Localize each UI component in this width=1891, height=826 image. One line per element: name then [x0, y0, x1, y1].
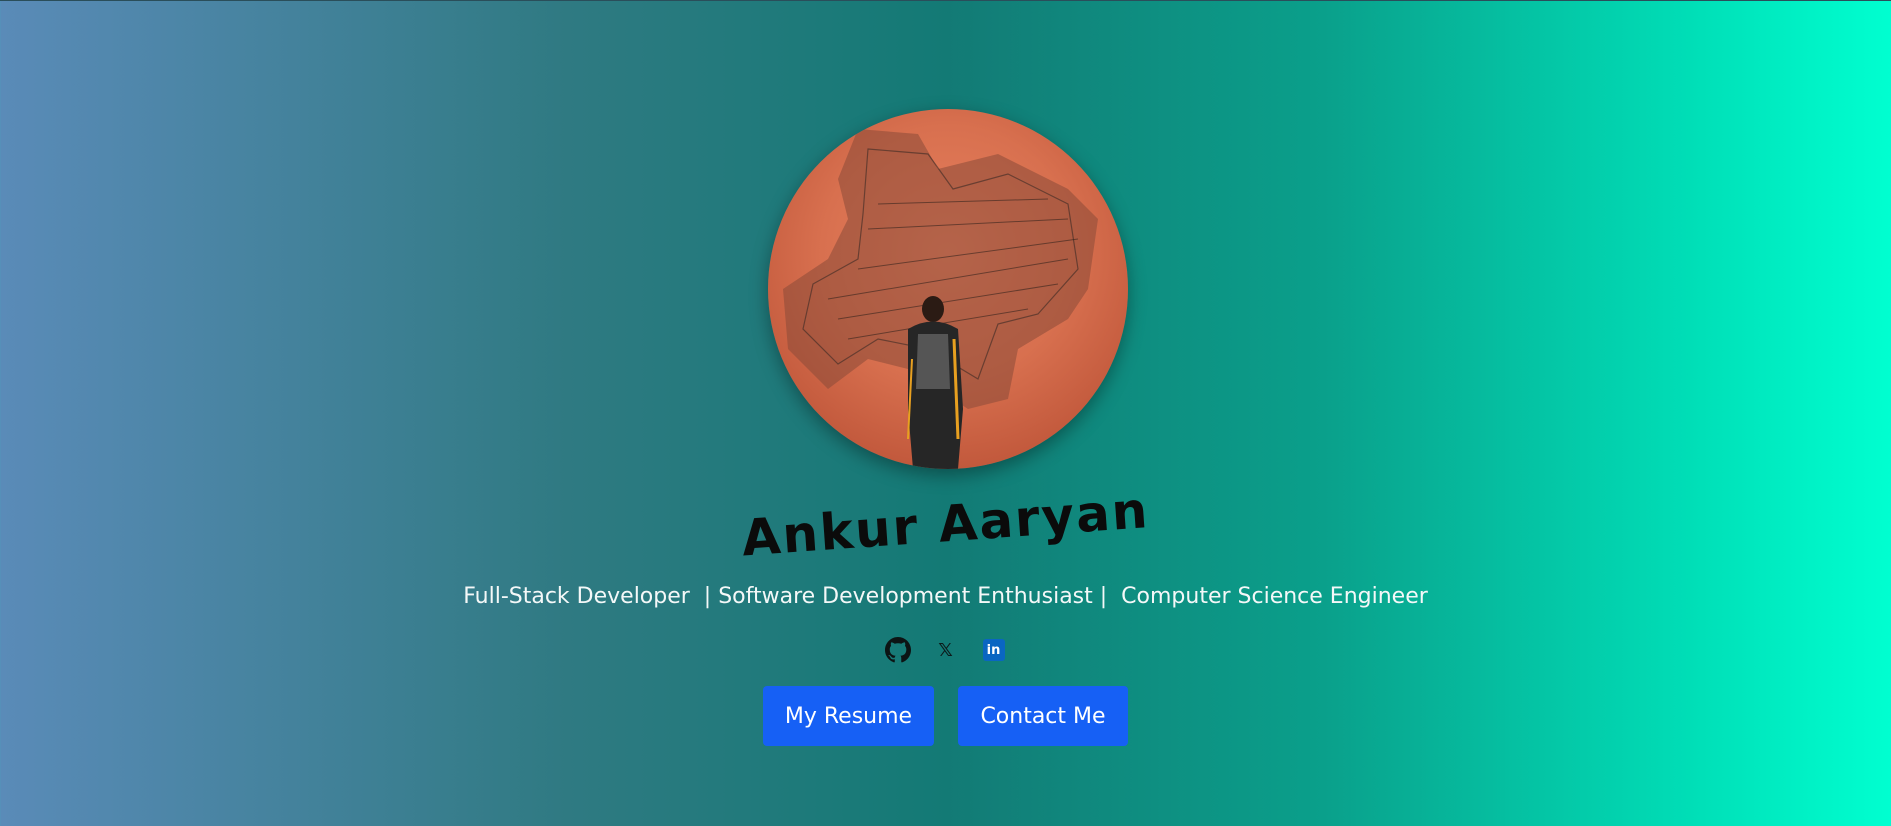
- profile-photo: [768, 109, 1128, 469]
- linkedin-icon[interactable]: in: [981, 637, 1007, 663]
- linkedin-icon-glyph: in: [982, 639, 1005, 661]
- resume-button[interactable]: My Resume: [763, 686, 934, 746]
- social-links: 𝕏 in: [0, 637, 1891, 663]
- hero-section: Ankur Aaryan Full-Stack Developer | Soft…: [0, 1, 1891, 826]
- profile-photo-illustration: [783, 129, 1098, 469]
- github-icon-glyph: [884, 637, 911, 663]
- x-icon-glyph: 𝕏: [938, 639, 953, 661]
- github-icon[interactable]: [884, 637, 911, 663]
- contact-button[interactable]: Contact Me: [958, 686, 1128, 746]
- x-icon[interactable]: 𝕏: [933, 637, 959, 663]
- profile-tagline: Full-Stack Developer | Software Developm…: [463, 584, 1428, 609]
- action-buttons: My Resume Contact Me: [0, 686, 1891, 746]
